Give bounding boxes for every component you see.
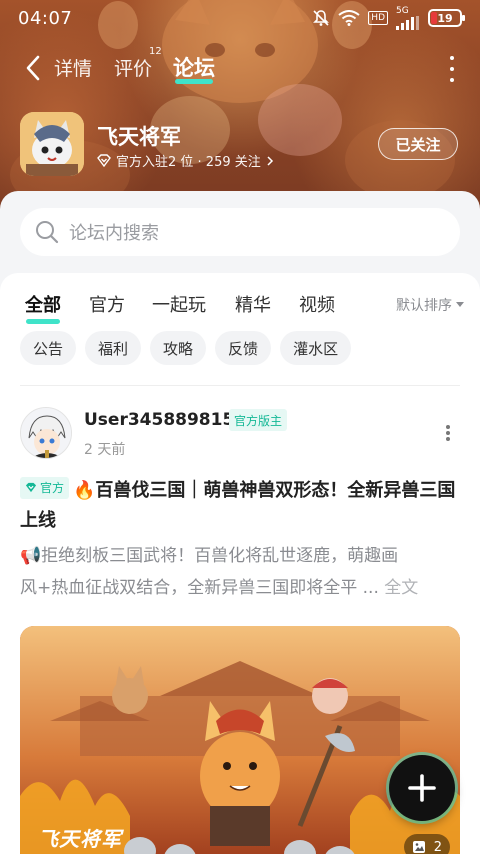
chevron-right-icon <box>267 155 273 166</box>
network-type-label: 5G <box>396 5 409 16</box>
game-meta-text: 官方入驻2 位 · 259 关注 <box>116 155 261 170</box>
search-icon <box>36 221 59 244</box>
mute-bell-icon <box>312 9 330 27</box>
plus-icon <box>408 774 436 802</box>
filter-tabs: 全部 官方 一起玩 精华 视频 默认排序 <box>0 287 480 327</box>
follow-button[interactable]: 已关注 <box>378 128 458 160</box>
wifi-icon <box>338 10 360 26</box>
image-count-badge: 2 <box>403 834 450 854</box>
back-button[interactable] <box>18 52 48 84</box>
sort-label: 默认排序 <box>396 298 452 314</box>
excerpt-line-2: 风+热血征战双结合，全新异兽三国即将全平 ... 全文 <box>20 572 460 604</box>
chip-guides[interactable]: 攻略 <box>150 331 207 365</box>
chip-announcement[interactable]: 公告 <box>20 331 77 365</box>
read-more-link[interactable]: 全文 <box>384 578 418 598</box>
status-bar: 04:07 HD 5G 19 <box>0 0 480 36</box>
verified-diamond-icon <box>25 482 37 493</box>
category-chips: 公告 福利 攻略 反馈 灌水区 <box>20 331 352 365</box>
post-title-text: 🔥百兽伐三国｜萌兽神兽双形态！全新异兽三国上线 <box>20 480 456 531</box>
forum-panel: 论坛内搜索 全部 官方 一起玩 精华 视频 默认排序 公告 福利 攻略 反馈 灌… <box>0 191 480 854</box>
post-more-button[interactable] <box>446 425 450 441</box>
game-info: 飞天将军 官方入驻2 位 · 259 关注 已关注 <box>20 112 460 176</box>
filter-tab-featured[interactable]: 精华 <box>235 291 271 317</box>
post-author-name[interactable]: User345889815 <box>84 410 234 430</box>
excerpt-line-2-text: 风+热血征战双结合，全新异兽三国即将全平 ... <box>20 578 379 598</box>
battery-level: 19 <box>437 11 453 25</box>
search-placeholder: 论坛内搜索 <box>69 223 159 244</box>
chip-offtopic[interactable]: 灌水区 <box>280 331 352 365</box>
game-icon[interactable] <box>20 112 84 176</box>
post-timestamp: 2 天前 <box>84 442 126 458</box>
signal-icon: 5G <box>396 5 420 30</box>
post-title[interactable]: 官方 🔥百兽伐三国｜萌兽神兽双形态！全新异兽三国上线 <box>20 476 460 536</box>
tab-details[interactable]: 详情 <box>54 54 92 81</box>
reviews-count-badge: 12 <box>149 46 162 57</box>
chevron-left-icon <box>26 55 40 81</box>
game-header-banner: 04:07 HD 5G 19 详情 评价 12 论坛 飞天将军 官方入驻2 位 … <box>0 0 480 215</box>
filter-tab-all[interactable]: 全部 <box>25 291 61 317</box>
official-tag: 官方 <box>20 476 70 499</box>
forum-search-input[interactable]: 论坛内搜索 <box>20 208 460 256</box>
status-time: 04:07 <box>18 7 73 29</box>
post-image-artwork <box>20 626 460 854</box>
top-nav: 详情 评价 12 论坛 <box>0 46 480 88</box>
chip-welfare[interactable]: 福利 <box>85 331 142 365</box>
filter-tab-video[interactable]: 视频 <box>299 291 335 317</box>
image-icon <box>412 841 425 853</box>
image-watermark-logo: 飞天将军 <box>38 827 122 851</box>
tab-forum[interactable]: 论坛 <box>173 52 215 82</box>
post-image[interactable]: 飞天将军 2 <box>20 626 460 854</box>
image-count: 2 <box>433 839 442 854</box>
official-tag-label: 官方 <box>40 480 65 495</box>
avatar[interactable] <box>20 407 72 459</box>
game-meta[interactable]: 官方入驻2 位 · 259 关注 <box>97 151 274 170</box>
chip-feedback[interactable]: 反馈 <box>215 331 272 365</box>
filter-tab-official[interactable]: 官方 <box>89 291 125 317</box>
divider <box>20 385 460 386</box>
post-excerpt[interactable]: 📢拒绝刻板三国武将！百兽化将乱世逐鹿，萌趣画 风+热血征战双结合，全新异兽三国即… <box>20 540 460 604</box>
caret-down-icon <box>456 302 464 307</box>
more-options-button[interactable] <box>444 56 460 82</box>
status-icons: HD 5G 19 <box>312 5 465 30</box>
sort-dropdown[interactable]: 默认排序 <box>396 295 464 315</box>
active-tab-indicator <box>175 79 213 84</box>
author-role-badge: 官方版主 <box>229 409 288 431</box>
battery-icon: 19 <box>428 9 465 27</box>
tab-reviews[interactable]: 评价 <box>114 54 152 81</box>
hd-indicator: HD <box>368 11 388 25</box>
filter-tab-play-together[interactable]: 一起玩 <box>152 291 206 317</box>
excerpt-line-1: 📢拒绝刻板三国武将！百兽化将乱世逐鹿，萌趣画 <box>20 546 399 566</box>
filter-tab-indicator <box>26 319 60 324</box>
verified-diamond-icon <box>97 154 111 167</box>
create-post-button[interactable] <box>389 755 455 821</box>
game-title: 飞天将军 <box>97 125 181 149</box>
